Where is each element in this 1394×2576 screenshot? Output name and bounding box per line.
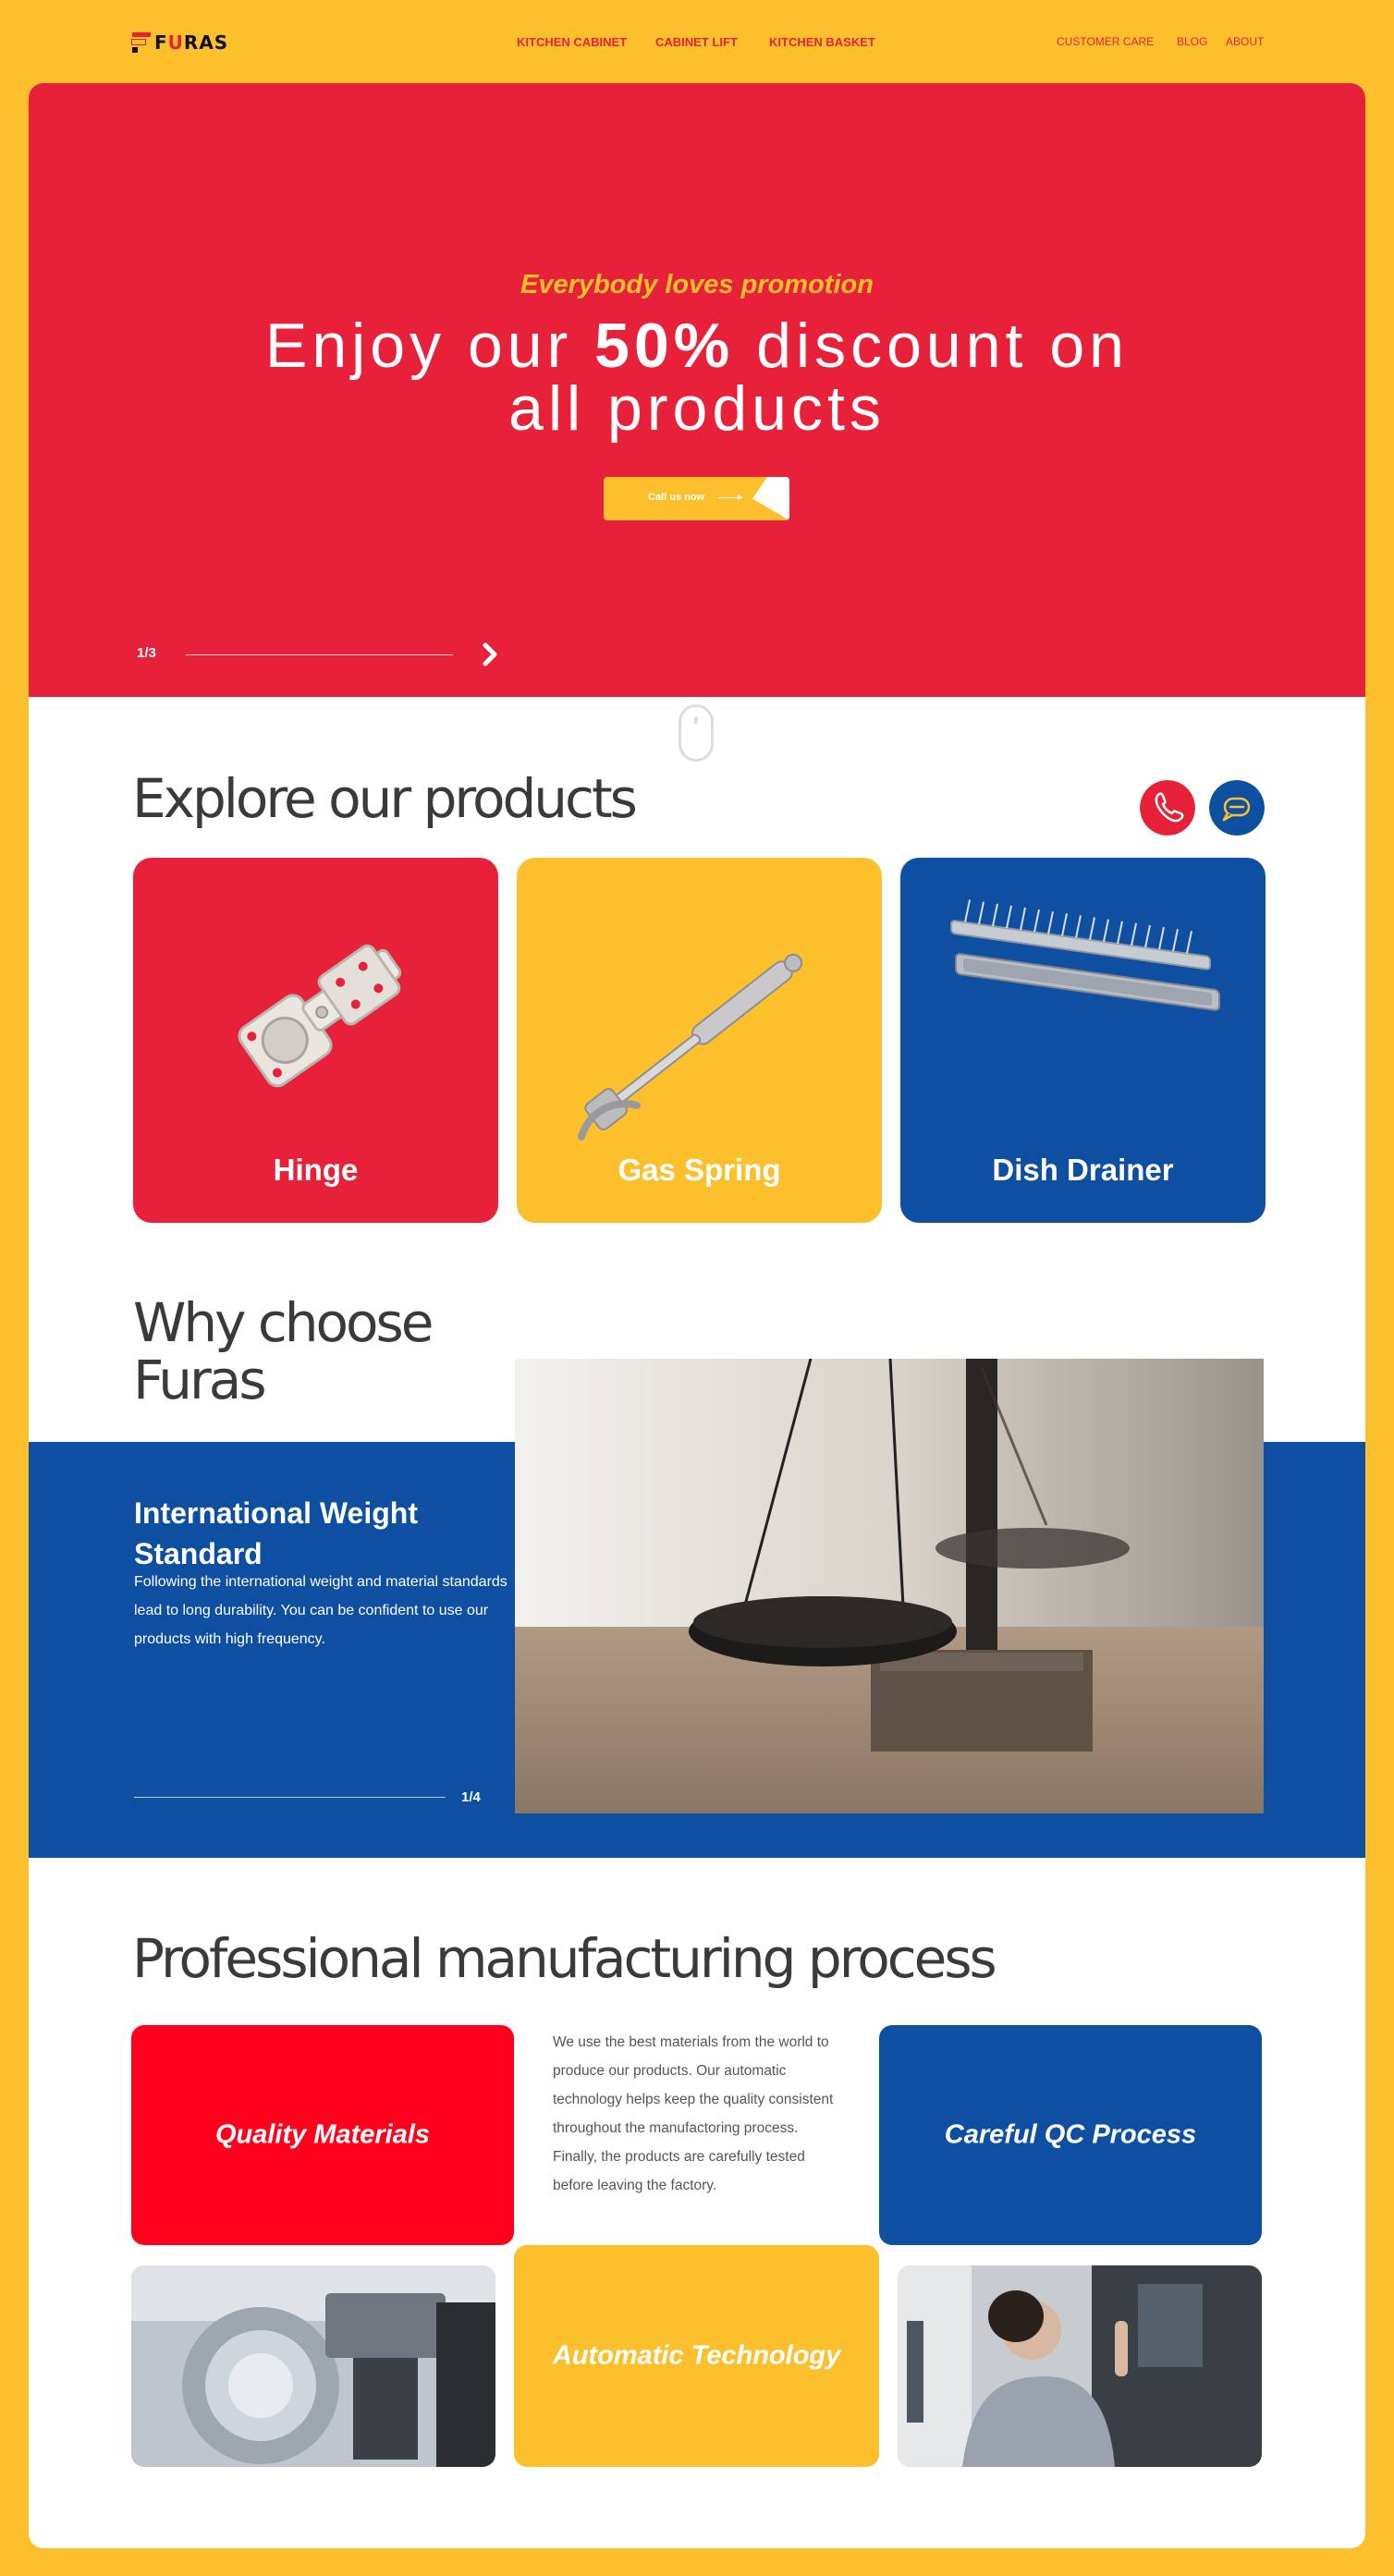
why-heading-line-1: Why choose — [133, 1291, 434, 1354]
scroll-down-mouse-icon[interactable] — [679, 704, 714, 762]
hero-kicker: Everybody loves promotion — [520, 270, 874, 299]
why-feature-title: International Weight Standard — [134, 1496, 418, 1570]
nav-cabinet-lift[interactable]: CABINET LIFT — [655, 35, 738, 49]
automatic-technology-card: Automatic Technology — [514, 2245, 879, 2467]
qc-process-card: Careful QC Process — [879, 2025, 1262, 2245]
process-description: We use the best materials from the world… — [553, 2034, 834, 2193]
call-us-label: Call us now — [648, 492, 705, 503]
nav-kitchen-basket[interactable]: KITCHEN BASKET — [769, 35, 875, 49]
nav-customer-care[interactable]: CUSTOMER CARE — [1057, 35, 1154, 48]
hero-banner: Everybody loves promotion Enjoy our 50% … — [29, 83, 1365, 697]
arrow-right-icon — [718, 494, 742, 500]
why-feature-body: Following the international weight and m… — [134, 1574, 507, 1647]
automatic-technology-label: Automatic Technology — [552, 2340, 841, 2371]
phone-button[interactable] — [1140, 780, 1195, 836]
chat-button[interactable] — [1209, 780, 1265, 836]
nav-blog[interactable]: BLOG — [1177, 35, 1207, 48]
logo-mark-icon — [131, 32, 151, 53]
chevron-right-icon[interactable] — [478, 641, 502, 668]
page-content: Everybody loves promotion Enjoy our 50% … — [29, 83, 1365, 2548]
hero-pager: 1/3 — [137, 645, 156, 661]
machining-photo — [131, 2265, 495, 2467]
product-name: Dish Drainer — [992, 1153, 1174, 1187]
hero-progress-line — [186, 654, 453, 655]
quality-materials-card: Quality Materials — [131, 2025, 514, 2245]
factory-worker-photo — [898, 2265, 1262, 2467]
product-card-gas-spring[interactable]: Gas Spring — [517, 858, 882, 1223]
why-progress-line — [134, 1797, 446, 1798]
logo-text: FURAS — [154, 31, 229, 54]
nav-kitchen-cabinet[interactable]: KITCHEN CABINET — [517, 35, 627, 49]
products-heading: Explore our products — [132, 767, 638, 830]
why-pager: 1/4 — [461, 1789, 481, 1805]
product-name: Hinge — [273, 1153, 359, 1187]
why-heading-line-2: Furas — [133, 1349, 267, 1411]
scale-photo — [515, 1359, 1264, 1813]
nav-about[interactable]: ABOUT — [1226, 35, 1264, 48]
why-heading: Why choose Furas — [133, 1291, 434, 1411]
process-heading: Professional manufacturing process — [132, 1927, 997, 1990]
call-us-button[interactable]: Call us now — [604, 477, 789, 520]
logo[interactable]: FURAS — [131, 31, 229, 54]
product-name: Gas Spring — [618, 1153, 781, 1187]
button-corner-decoration — [752, 477, 789, 520]
product-card-dish-drainer[interactable]: Dish Drainer — [900, 858, 1266, 1223]
quality-materials-label: Quality Materials — [214, 2119, 431, 2150]
product-card-hinge[interactable]: Hinge — [133, 858, 498, 1223]
qc-process-label: Careful QC Process — [944, 2119, 1197, 2150]
hero-title: Enjoy our 50% discount on all products — [265, 311, 1129, 444]
